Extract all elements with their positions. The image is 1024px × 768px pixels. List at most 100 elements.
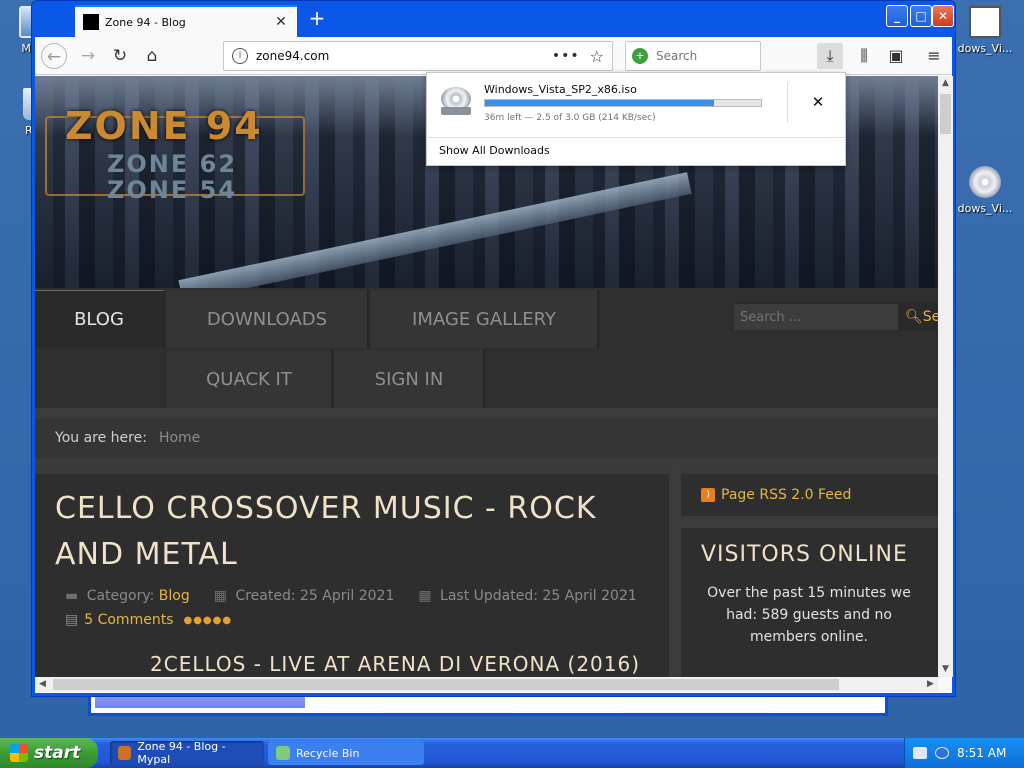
recycle-bin-icon — [276, 746, 290, 760]
network-icon[interactable] — [935, 747, 949, 759]
logo-sub-2: ZONE 54 — [107, 176, 238, 204]
download-progress-bar — [484, 99, 762, 107]
scroll-down-icon[interactable]: ▼ — [938, 662, 953, 677]
keyboard-icon[interactable] — [913, 747, 927, 759]
scroll-up-icon[interactable]: ▲ — [938, 76, 953, 91]
scroll-left-icon[interactable]: ◀ — [35, 677, 50, 692]
tab-title: Zone 94 - Blog — [105, 15, 186, 29]
updated-date: Last Updated: 25 April 2021 — [440, 588, 637, 604]
info-icon[interactable]: i — [232, 48, 248, 64]
rss-feed-link[interactable]: Page RSS 2.0 Feed — [721, 487, 851, 503]
browser-icon — [118, 746, 132, 760]
calendar-icon: ▦ — [213, 588, 227, 604]
site-search-input[interactable] — [734, 304, 898, 330]
menu-icon[interactable]: ≡ — [921, 43, 947, 69]
calendar-icon: ▦ — [418, 588, 432, 604]
rss-feed-module: ) Page RSS 2.0 Feed — [681, 470, 938, 516]
category-link[interactable]: Blog — [159, 588, 190, 604]
breadcrumb: You are here: Home — [35, 418, 938, 458]
cancel-download-icon[interactable]: ✕ — [809, 93, 827, 111]
comment-icon: ▤ — [65, 612, 79, 628]
url-text[interactable]: zone94.com — [256, 49, 552, 63]
site-search-button-label: Se — [922, 309, 938, 325]
start-button[interactable]: start — [0, 738, 98, 768]
download-filename[interactable]: Windows_Vista_SP2_x86.iso — [484, 83, 637, 96]
visitors-text: Over the past 15 minutes we had: 589 gue… — [707, 585, 911, 645]
article-updated: ▦ Last Updated: 25 April 2021 — [418, 588, 636, 604]
download-status: 36m left — 2.5 of 3.0 GB (214 KB/sec) — [484, 113, 656, 123]
tab-strip: Zone 94 - Blog ✕ + _ □ ✕ — [35, 1, 954, 37]
browser-search-input[interactable] — [656, 49, 752, 63]
article-title[interactable]: CELLO CROSSOVER MUSIC - ROCK AND METAL — [55, 486, 615, 578]
logo-sub-1: ZONE 62 — [107, 150, 238, 178]
tab-zone94-blog[interactable]: Zone 94 - Blog ✕ — [75, 5, 297, 37]
maximize-button[interactable]: □ — [910, 5, 932, 27]
navigation-toolbar: ← → ↻ ⌂ i zone94.com ••• ☆ + ⤓ ⫼ ▣ ≡ — [35, 37, 952, 75]
rss-icon: ) — [701, 488, 715, 502]
menu-item-sign-in[interactable]: SIGN IN — [335, 350, 485, 408]
start-label: start — [34, 743, 81, 763]
taskbar-item-recycle-bin[interactable]: Recycle Bin — [268, 741, 424, 765]
menu-item-blog[interactable]: BLOG — [35, 290, 165, 348]
site-search-box[interactable] — [733, 303, 899, 331]
article: CELLO CROSSOVER MUSIC - ROCK AND METAL ▬… — [35, 470, 669, 677]
close-window-button[interactable]: ✕ — [932, 5, 954, 27]
breadcrumb-home[interactable]: Home — [159, 430, 200, 446]
minimize-button[interactable]: _ — [886, 5, 908, 27]
menu-item-quack-it[interactable]: QUACK IT — [167, 350, 333, 408]
new-tab-button[interactable]: + — [305, 7, 329, 29]
url-bar[interactable]: i zone94.com ••• ☆ — [223, 41, 613, 71]
comments-link[interactable]: 5 Comments — [84, 612, 173, 628]
category-label: Category: — [86, 588, 155, 604]
desktop-icon-file-2[interactable]: dows_Vi... — [950, 166, 1020, 215]
disc-image-icon — [441, 87, 471, 117]
favicon-icon — [83, 14, 99, 30]
menu-item-downloads[interactable]: DOWNLOADS — [167, 290, 369, 348]
breadcrumb-label: You are here: — [55, 430, 147, 446]
taskbar-item-label: Zone 94 - Blog - Mypal — [137, 740, 226, 766]
show-all-downloads-button[interactable]: Show All Downloads — [439, 144, 550, 157]
reload-icon[interactable]: ↻ — [107, 43, 133, 69]
library-icon[interactable]: ⫼ — [851, 43, 877, 69]
star-icon[interactable]: ☆ — [590, 47, 604, 66]
article-comments: ▤ 5 Comments ●●●●● — [65, 612, 232, 628]
vertical-scroll-thumb[interactable] — [940, 94, 951, 134]
back-icon[interactable]: ← — [41, 43, 67, 69]
home-icon[interactable]: ⌂ — [139, 43, 165, 69]
rating-stars-icon[interactable]: ●●●●● — [183, 615, 232, 626]
scroll-right-icon[interactable]: ▶ — [923, 677, 938, 692]
visitors-online-module: VISITORS ONLINE Over the past 15 minutes… — [681, 528, 938, 677]
article-category: ▬ Category: Blog — [65, 588, 190, 604]
desktop-icon-file-1[interactable]: dows_Vi... — [950, 6, 1020, 55]
search-icon: 🔍︎ — [905, 309, 923, 325]
windows-logo-icon — [10, 744, 28, 762]
downloads-panel: Windows_Vista_SP2_x86.iso 36m left — 2.5… — [426, 72, 846, 166]
forward-icon[interactable]: → — [75, 43, 101, 69]
page-viewport: ZONE 94 ZONE 62 ZONE 54 BLOG DOWNLOADS I… — [35, 76, 938, 677]
application-icon — [969, 6, 1001, 38]
sidebar-icon[interactable]: ▣ — [883, 43, 909, 69]
article-meta: ▬ Category: Blog ▦ Created: 25 April 202… — [65, 588, 637, 604]
site-search-button[interactable]: 🔍︎ Se — [899, 303, 938, 331]
created-date: Created: 25 April 2021 — [235, 588, 395, 604]
article-created: ▦ Created: 25 April 2021 — [214, 588, 395, 604]
close-tab-icon[interactable]: ✕ — [273, 14, 289, 30]
search-engine-icon[interactable]: + — [632, 48, 648, 64]
download-separator — [787, 83, 788, 123]
horizontal-scrollbar[interactable]: ◀ ▶ — [35, 677, 938, 692]
clock[interactable]: 8:51 AM — [957, 746, 1006, 760]
taskbar-item-browser[interactable]: Zone 94 - Blog - Mypal — [110, 740, 264, 766]
taskbar-item-label: Recycle Bin — [296, 746, 360, 760]
site-logo[interactable]: ZONE 94 — [65, 104, 263, 148]
disc-image-icon — [969, 166, 1001, 198]
browser-search-bar[interactable]: + — [625, 41, 761, 71]
download-icon[interactable]: ⤓ — [817, 43, 843, 69]
download-progress-fill — [485, 100, 715, 106]
vertical-scrollbar[interactable]: ▲ ▼ — [938, 76, 953, 677]
desktop-icon-label: dows_Vi... — [957, 42, 1013, 55]
horizontal-scroll-thumb[interactable] — [53, 679, 839, 690]
downloads-divider — [427, 137, 845, 138]
menu-item-image-gallery[interactable]: IMAGE GALLERY — [371, 290, 599, 348]
video-title: 2CELLOS - LIVE AT ARENA DI VERONA (2016) — [150, 652, 641, 676]
more-icon[interactable]: ••• — [552, 48, 580, 64]
